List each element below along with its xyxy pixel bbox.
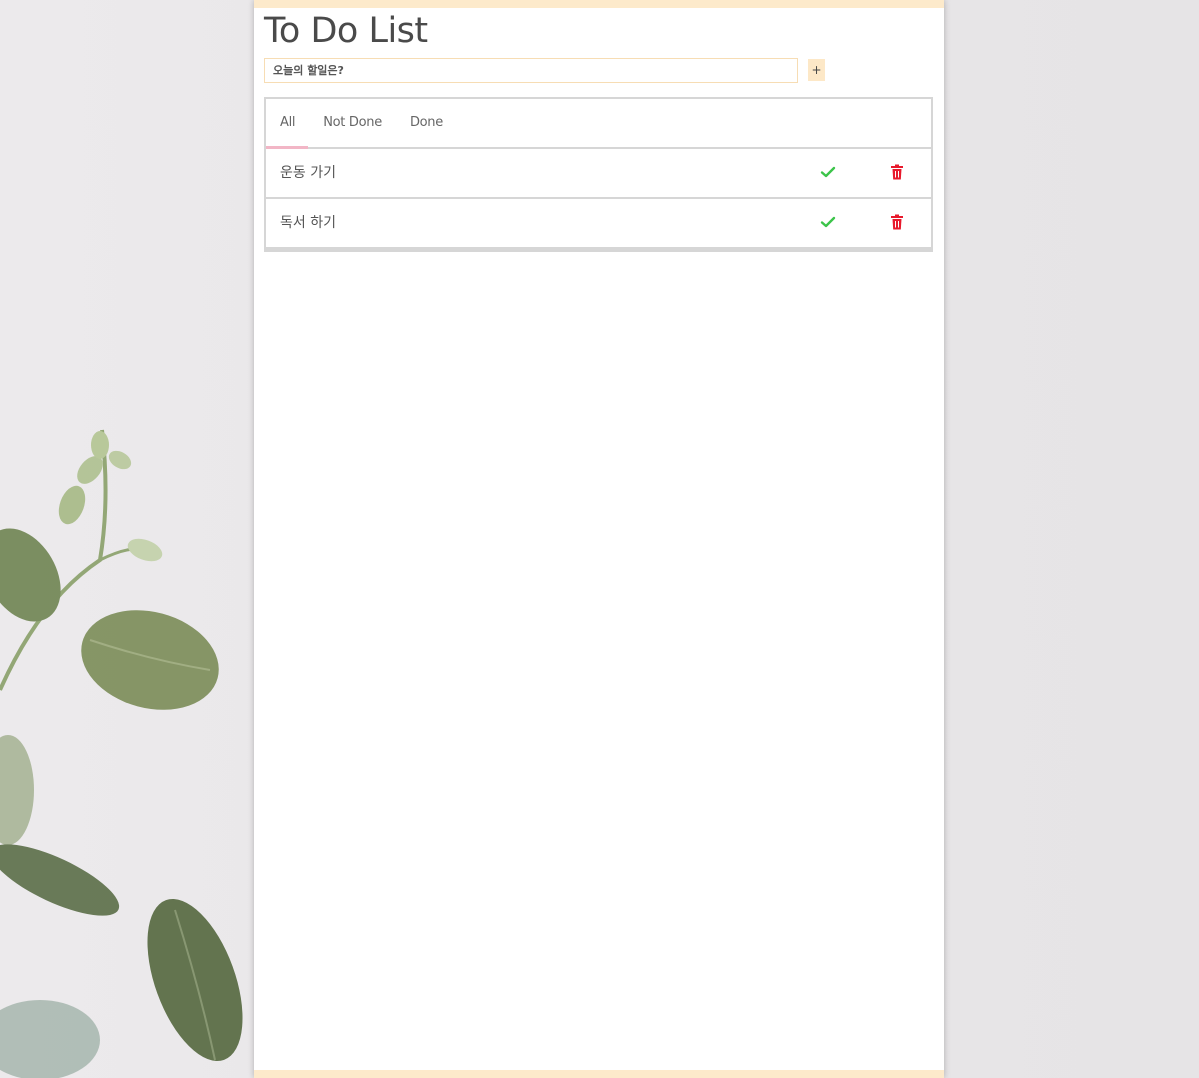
task-list-panel: All Not Done Done 운동 가기 독서 하기: [264, 97, 933, 252]
page-title: To Do List: [264, 11, 428, 51]
plant-decoration: [0, 429, 243, 1078]
task-item: 독서 하기: [266, 199, 931, 250]
task-text: 독서 하기: [280, 215, 336, 231]
trash-icon[interactable]: [890, 214, 904, 230]
todo-card: To Do List + All Not Done Done 운동 가기: [254, 0, 944, 1078]
add-task-row: +: [264, 58, 826, 84]
check-icon[interactable]: [820, 164, 836, 180]
tab-done[interactable]: Done: [396, 99, 457, 147]
add-task-button[interactable]: +: [808, 59, 825, 81]
tab-not-done[interactable]: Not Done: [309, 99, 396, 147]
check-icon[interactable]: [820, 214, 836, 230]
filter-tabs: All Not Done Done: [266, 99, 931, 149]
tab-all[interactable]: All: [266, 99, 309, 147]
task-text: 운동 가기: [280, 165, 336, 181]
task-input[interactable]: [264, 58, 798, 83]
trash-icon[interactable]: [890, 164, 904, 180]
task-item: 운동 가기: [266, 149, 931, 199]
